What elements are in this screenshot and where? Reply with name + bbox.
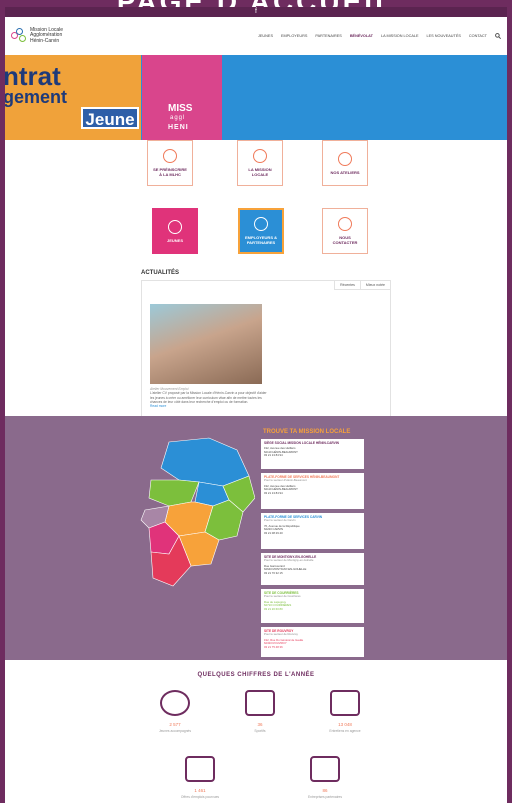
location-card-montigny[interactable]: SITE DE MONTIGNY-EN-GOHELLE Pour le sect… [261,553,364,585]
briefcase-icon [245,690,275,716]
newspaper-icon [185,756,215,782]
tile-mission-locale[interactable]: LA MISSION LOCALE [237,140,283,186]
region-map[interactable] [139,436,255,600]
stat-sportifs: 36 Sportifs [225,690,295,733]
stats-section: QUELQUES CHIFFRES DE L'ANNÉE 2 577 Jeune… [5,660,507,803]
tab-mieux-notee[interactable]: Mieux notée [359,281,390,290]
main-nav: JEUNES EMPLOYEURS PARTENAIRES BÉNÉVOLAT … [258,33,501,39]
hero-brand1: MISS [168,103,193,114]
search-icon[interactable] [495,33,501,39]
location-card-carvin[interactable]: PLATE-FORME DE SERVICES CARVIN Pour le s… [261,513,364,549]
tile-jeunes[interactable]: JEUNES [152,208,198,254]
hero-word2: gement [5,87,68,107]
nav-item-jeunes[interactable]: JEUNES [258,34,273,38]
stat-jeunes: 2 577 Jeunes accompagnés [140,690,210,733]
nav-item-mission-locale[interactable]: LA MISSION LOCALE [381,34,419,38]
site-header: Mission Locale Agglomération Hénin-Carvi… [5,17,507,55]
logo-line3: Hénin-Carvin [30,37,60,44]
news-box: Récentes Mieux notée Atelier Mouvement E… [141,280,391,422]
map-section-title: TROUVE TA MISSION LOCALE [263,429,351,435]
actualites-title: ACTUALITÉS [141,270,179,276]
stats-title: QUELQUES CHIFFRES DE L'ANNÉE [197,672,315,678]
hero-brand3: HENI [168,124,189,131]
person-icon [160,690,190,716]
nav-item-nouveautes[interactable]: LES NOUVEAUTÉS [427,34,461,38]
stat-entretiens: 13 048 Entretiens en agence [310,690,380,733]
building-icon [253,149,267,163]
nav-item-contact[interactable]: CONTACT [469,34,487,38]
hero-banner: ntrat gement Jeune MISS aggl HENI [5,55,507,140]
news-photo[interactable] [150,304,262,384]
location-card-rouvroy[interactable]: SITE DE ROUVROY Pour le secteur de Rouvr… [261,627,364,657]
facebook-icon[interactable]: f [255,8,257,15]
hero-contrat-panel: ntrat gement Jeune [5,55,141,140]
youth-icon [168,219,182,234]
tile-employeurs[interactable]: EMPLOYEURS & PARTENAIRES [238,208,284,254]
tile-contact[interactable]: NOUS CONTACTER [322,208,368,254]
tile-preinscription[interactable]: SE PRÉINSCRIRE À LA MLHC [147,140,193,186]
news-text: L'atelier CV proposé par la Mission Loca… [150,391,267,404]
news-body: Atelier Mouvement Emploi L'atelier CV pr… [150,387,268,408]
nav-item-benevolat[interactable]: BÉNÉVOLAT [350,34,373,38]
location-card-courrieres[interactable]: SITE DE COURRIÈRES Pour le secteur de Co… [261,589,364,623]
hero-word3: Jeune [81,107,139,129]
website-frame: f Mission Locale Agglomération Hénin-Car… [5,7,507,803]
site-logo[interactable]: Mission Locale Agglomération Hénin-Carvi… [11,27,63,45]
news-tabs: Récentes Mieux notée [334,281,390,290]
actualites-section: ACTUALITÉS Récentes Mieux notée Atelier … [141,270,391,422]
phone-icon [338,217,352,231]
tile-ateliers[interactable]: NOS ATELIERS [322,140,368,186]
tab-recentes[interactable]: Récentes [334,281,360,290]
meeting-icon [330,690,360,716]
nav-item-partenaires[interactable]: PARTENAIRES [315,34,341,38]
form-icon [163,149,177,163]
hero-brand2: aggl [170,115,186,121]
logo-mark-icon [11,28,27,44]
social-topbar: f [5,7,507,17]
handshake-icon [254,217,268,231]
location-card-henin[interactable]: PLATE-FORME DE SERVICES HÉNIN-BEAUMONT P… [261,473,364,509]
nav-item-employeurs[interactable]: EMPLOYEURS [281,34,307,38]
workshop-icon [338,151,352,166]
location-card-siege[interactable]: SIÈGE SOCIAL MISSION LOCALE HÉNIN-CARVIN… [261,439,364,469]
hero-brand-panel: MISS aggl HENI [142,55,222,140]
building-icon [310,756,340,782]
stat-offres: 1 461 Offres d'emplois pourvues [165,756,235,799]
map-section: TROUVE TA MISSION LOCALE SIÈGE SOCIAL MI… [5,416,507,660]
read-more-link[interactable]: Read more [150,404,268,408]
stat-entreprises: 86 Entreprises partenaires [290,756,360,799]
